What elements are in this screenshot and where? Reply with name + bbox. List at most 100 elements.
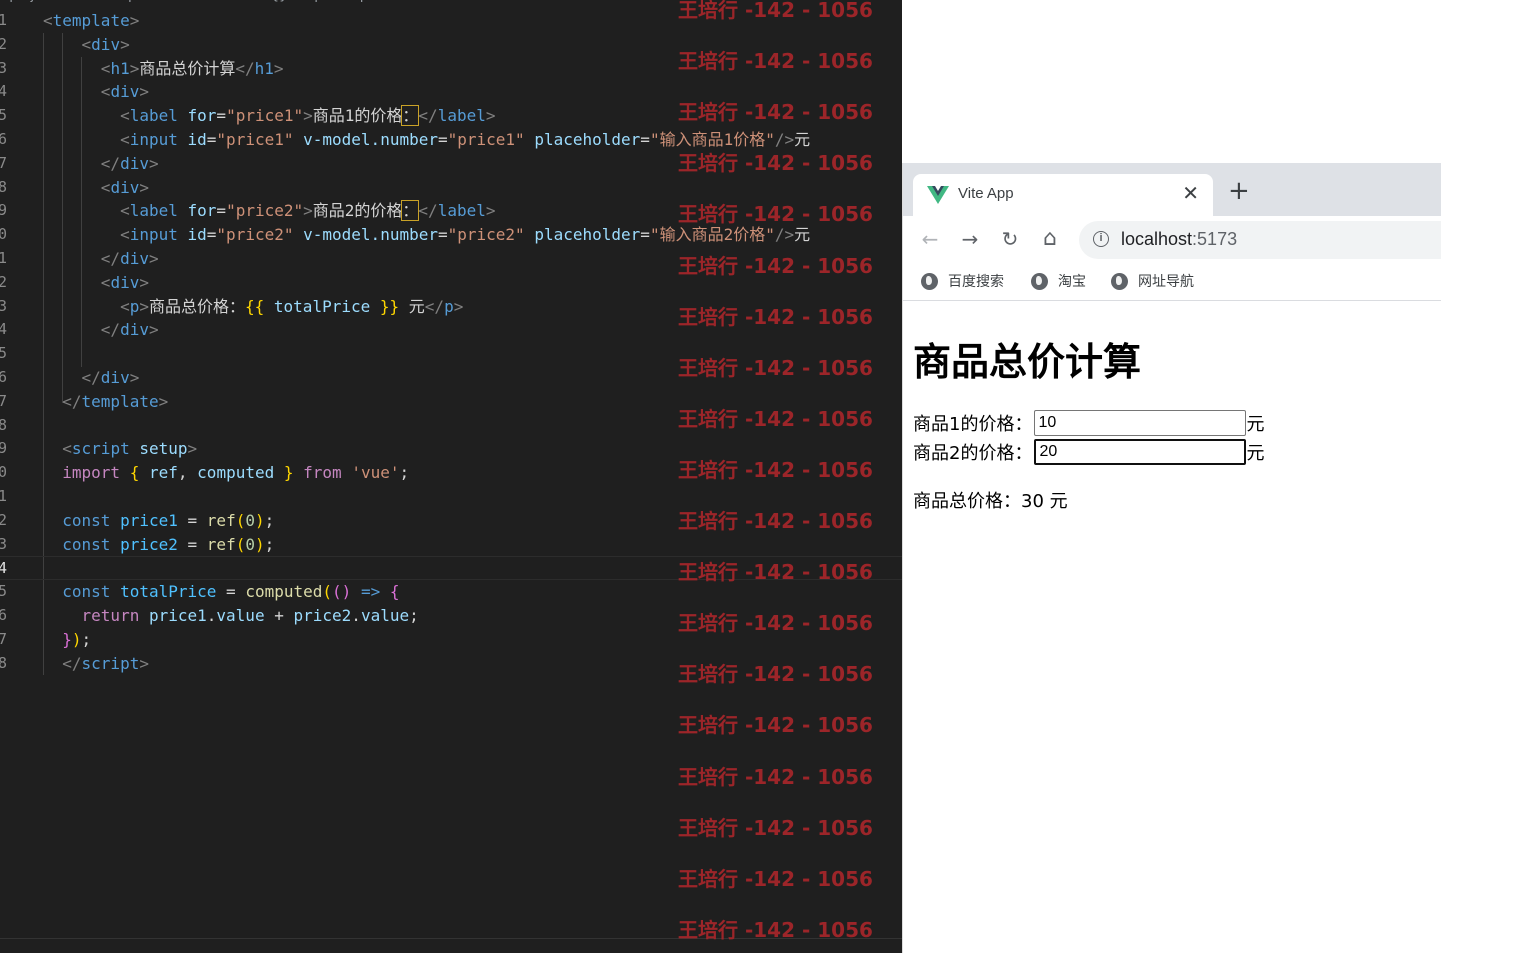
new-tab-button[interactable]: + (1228, 178, 1250, 204)
browser-window: Vite App ✕ + ← → ↻ ⌂ i localhost:5173 百度… (902, 163, 1441, 953)
line-number: 2 (0, 510, 8, 529)
code-editor[interactable]: › project › src › components › ▾ add.vue… (0, 0, 902, 953)
code-line: 5 const totalPrice = computed(() => { (0, 580, 902, 604)
url-host: localhost (1121, 229, 1193, 249)
breadcrumb[interactable]: › project › src › components › ▾ add.vue… (0, 0, 368, 8)
code-line: 8 <div> (0, 176, 902, 200)
code-string: "price1" (226, 106, 304, 126)
globe-icon (1111, 272, 1128, 290)
price2-input[interactable] (1034, 439, 1247, 465)
unit-label: 元 (1246, 443, 1265, 464)
code-line: 5 (0, 342, 902, 366)
code-text: 商品2的价格 (312, 201, 403, 221)
code-area[interactable]: 1 <template> 2 <div> 3 <h1>商品总价计算</h1> 4 … (0, 9, 902, 675)
line-number: 7 (0, 391, 8, 410)
total-price-text: 商品总价格：30 元 (913, 487, 1068, 513)
code-string: "price2" (447, 225, 525, 245)
code-line: 2 <div> (0, 33, 902, 57)
code-line: 8 (0, 414, 902, 438)
line-number: 8 (0, 653, 8, 672)
line-number: 3 (0, 58, 8, 77)
price1-label: 商品1的价格： (913, 414, 1033, 435)
info-icon[interactable]: i (1093, 231, 1109, 247)
line-number: 5 (0, 582, 8, 601)
code-line: 3 const price2 = ref(0); (0, 533, 902, 557)
globe-icon (921, 272, 938, 290)
line-number: 8 (0, 177, 8, 196)
line-number: 0 (0, 463, 8, 482)
line-number: 6 (0, 605, 8, 624)
close-tab-icon[interactable]: ✕ (1182, 181, 1199, 205)
line-number: 8 (0, 415, 8, 434)
bookmark-baidu[interactable]: 百度搜索 (921, 271, 1004, 291)
code-text: 元 (408, 296, 425, 316)
total-unit: 元 (1043, 491, 1068, 512)
line-number: 6 (0, 367, 8, 386)
line-number: 3 (0, 534, 8, 553)
browser-toolbar: ← → ↻ ⌂ i localhost:5173 (903, 216, 1441, 263)
line-number: 4 (0, 559, 8, 578)
code-line: 7 </div> (0, 152, 902, 176)
price2-row: 商品2的价格： 元 (913, 439, 1264, 465)
address-bar[interactable]: i localhost:5173 (1079, 221, 1441, 259)
code-line: 0 import { ref, computed } from 'vue'; (0, 461, 902, 485)
bookmark-label: 淘宝 (1058, 274, 1086, 290)
code-text: 元 (794, 129, 811, 149)
code-string: "price2" (216, 225, 294, 245)
line-number: 4 (0, 82, 8, 101)
code-line: 2 <div> (0, 271, 902, 295)
line-number: 1 (0, 248, 8, 267)
code-line: 6 </div> (0, 366, 902, 390)
matched-colon: ： (401, 105, 420, 127)
home-icon[interactable]: ⌂ (1037, 226, 1063, 252)
bookmarks-bar: 百度搜索 淘宝 网址导航 (903, 263, 1441, 301)
tab-title: Vite App (958, 185, 1014, 202)
code-text: 商品总价计算 (139, 58, 236, 78)
line-number: 3 (0, 296, 8, 315)
line-number: 4 (0, 320, 8, 339)
code-line: 4 <div> (0, 80, 902, 104)
line-number: 1 (0, 486, 8, 505)
code-text: 商品1的价格 (312, 106, 403, 126)
total-value: 30 (1021, 491, 1044, 512)
code-string: 'vue' (351, 463, 400, 483)
line-number: 6 (0, 129, 8, 148)
back-icon[interactable]: ← (917, 226, 943, 252)
price2-label: 商品2的价格： (913, 443, 1033, 464)
price1-input[interactable] (1034, 410, 1247, 436)
matched-colon: ： (401, 200, 420, 222)
unit-label: 元 (1246, 414, 1265, 435)
code-line: 1 <template> (0, 9, 902, 33)
bookmark-label: 百度搜索 (948, 274, 1004, 290)
code-line: 6 return price1.value + price2.value; (0, 604, 902, 628)
price1-row: 商品1的价格： 元 (913, 410, 1264, 436)
code-line: 9 <script setup> (0, 437, 902, 461)
code-string: "price2" (226, 201, 304, 221)
code-line: 3 <h1>商品总价计算</h1> (0, 57, 902, 81)
tab-strip: Vite App ✕ + (903, 163, 1441, 216)
globe-icon (1031, 272, 1048, 290)
code-text: 商品总价格： (148, 296, 245, 316)
forward-icon[interactable]: → (957, 226, 983, 252)
bookmark-taobao[interactable]: 淘宝 (1031, 271, 1086, 291)
line-number: 9 (0, 439, 8, 458)
reload-icon[interactable]: ↻ (997, 226, 1023, 252)
line-number: 2 (0, 272, 8, 291)
current-line[interactable]: 4 (0, 556, 902, 581)
code-line: 3 <p>商品总价格：{{ totalPrice }} 元</p> (0, 295, 902, 319)
url-port: :5173 (1192, 229, 1238, 249)
code-string: "输入商品2价格" (649, 225, 775, 245)
code-line: 7 }); (0, 628, 902, 652)
code-line: 9 <label for="price2">商品2的价格：</label> (0, 199, 902, 223)
code-line: 5 <label for="price1">商品1的价格：</label> (0, 104, 902, 128)
line-number: 5 (0, 106, 8, 125)
line-number: 0 (0, 225, 8, 244)
horizontal-scrollbar[interactable] (0, 938, 902, 953)
code-line: 6 <input id="price1" v-model.number="pri… (0, 128, 902, 152)
code-line: 0 <input id="price2" v-model.number="pri… (0, 223, 902, 247)
code-line: 8 </script> (0, 652, 902, 676)
line-number: 5 (0, 344, 8, 363)
tab-vite-app[interactable]: Vite App ✕ (913, 174, 1213, 216)
code-string: "输入商品1价格" (649, 129, 775, 149)
bookmark-nav[interactable]: 网址导航 (1111, 271, 1194, 291)
